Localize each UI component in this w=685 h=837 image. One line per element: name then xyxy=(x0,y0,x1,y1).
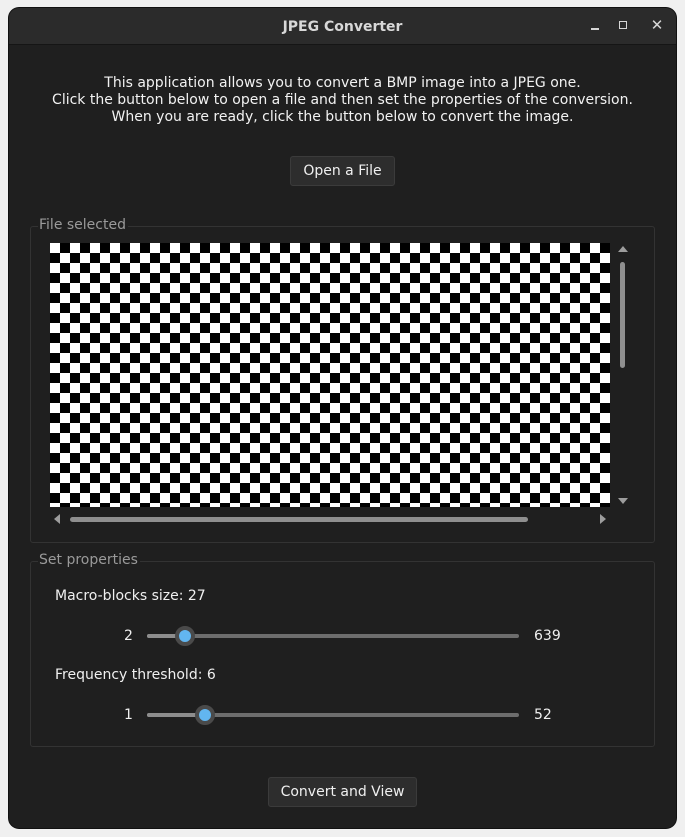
slider-handle[interactable] xyxy=(195,705,216,725)
file-selected-title: File selected xyxy=(38,216,128,234)
vertical-scroll-thumb[interactable] xyxy=(620,262,625,368)
macro-blocks-min: 2 xyxy=(124,628,133,644)
scroll-left-icon[interactable] xyxy=(54,514,60,524)
slider-handle[interactable] xyxy=(174,626,195,646)
close-icon[interactable]: ✕ xyxy=(648,16,666,34)
macro-blocks-label: Macro-blocks size: 27 xyxy=(55,588,206,604)
frequency-threshold-min: 1 xyxy=(124,707,133,723)
image-preview xyxy=(50,243,610,507)
window-title: JPEG Converter xyxy=(282,19,403,35)
macro-blocks-max: 639 xyxy=(534,628,561,644)
description-line-1: This application allows you to convert a… xyxy=(104,75,581,91)
minimize-icon[interactable] xyxy=(587,16,605,34)
description-line-2: Click the button below to open a file an… xyxy=(52,92,633,108)
frequency-threshold-max: 52 xyxy=(534,707,552,723)
description-line-3: When you are ready, click the button bel… xyxy=(111,109,574,125)
vertical-scrollbar[interactable] xyxy=(618,246,628,504)
scroll-down-icon[interactable] xyxy=(618,498,628,504)
open-file-button[interactable]: Open a File xyxy=(290,156,395,186)
horizontal-scroll-thumb[interactable] xyxy=(70,517,528,522)
title-bar[interactable]: JPEG Converter ✕ xyxy=(9,8,676,45)
convert-and-view-button[interactable]: Convert and View xyxy=(268,777,417,807)
maximize-icon[interactable] xyxy=(614,16,632,34)
scroll-right-icon[interactable] xyxy=(600,514,606,524)
slider-track xyxy=(147,634,519,638)
frequency-threshold-label: Frequency threshold: 6 xyxy=(55,667,216,683)
macro-blocks-slider[interactable] xyxy=(147,626,519,646)
set-properties-title: Set properties xyxy=(38,551,140,569)
horizontal-scrollbar[interactable] xyxy=(54,513,606,525)
frequency-threshold-slider[interactable] xyxy=(147,705,519,725)
description-text: This application allows you to convert a… xyxy=(9,75,676,126)
scroll-up-icon[interactable] xyxy=(618,246,628,252)
app-window: JPEG Converter ✕ This application allows… xyxy=(9,8,676,828)
